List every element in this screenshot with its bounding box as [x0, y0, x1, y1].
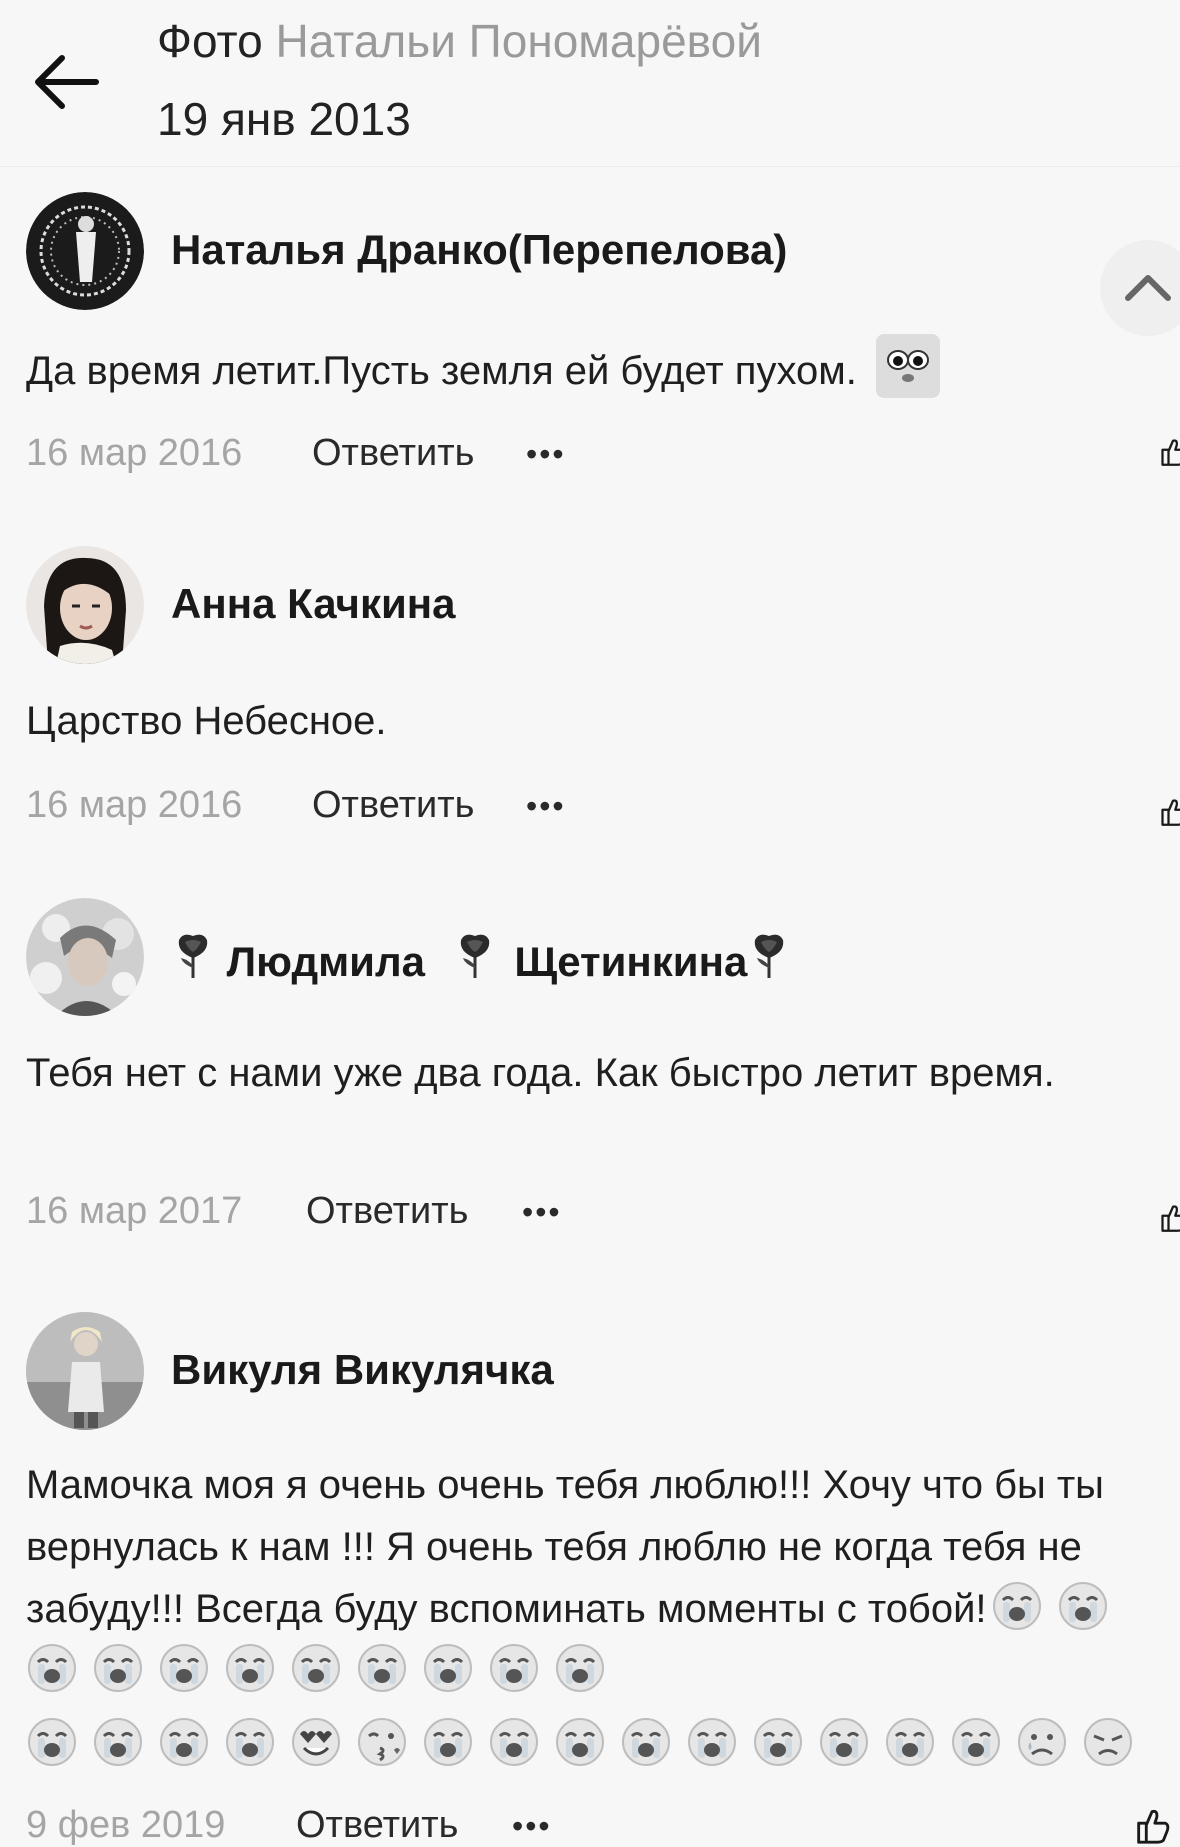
disappointed-face-icon [1083, 1717, 1133, 1767]
back-button[interactable] [30, 52, 102, 112]
crying-face-icon [27, 1643, 77, 1693]
thumbs-up-icon[interactable] [1128, 1806, 1176, 1846]
kissing-face-icon [357, 1717, 407, 1767]
crying-face-icon [423, 1643, 473, 1693]
comment-date: 9 фев 2019 [26, 1804, 226, 1846]
comment-text: Мамочка моя я очень очень тебя люблю!!! … [26, 1454, 1156, 1702]
comment-meta: 9 фев 2019 Ответить ••• [26, 1804, 550, 1847]
crying-face-icon [687, 1717, 737, 1767]
comment-date: 16 мар 2016 [26, 432, 243, 474]
reply-button[interactable]: Ответить [306, 1190, 468, 1233]
crying-face-icon [225, 1717, 275, 1767]
comment-text: Тебя нет с нами уже два года. Как быстро… [26, 1051, 1055, 1095]
thumbs-up-icon[interactable] [1158, 432, 1180, 472]
crying-face-icon [225, 1643, 275, 1693]
crying-face-icon [555, 1717, 605, 1767]
more-dots-icon[interactable]: ••• [522, 1194, 562, 1231]
reply-button[interactable]: Ответить [312, 432, 474, 475]
crying-face-icon [27, 1717, 77, 1767]
reply-button[interactable]: Ответить [312, 784, 474, 827]
comment-date: 16 мар 2016 [26, 784, 243, 826]
top-bar: Фото Натальи Пономарёвой 19 янв 2013 [0, 0, 1180, 167]
emoji-row [26, 1716, 1148, 1768]
comment-meta: 16 мар 2016 Ответить ••• [26, 784, 564, 827]
comment-date: 16 мар 2017 [26, 1190, 243, 1232]
photo-owner-link[interactable]: Натальи Пономарёвой [275, 15, 761, 67]
crying-face-icon [885, 1717, 935, 1767]
heart-eyes-icon [291, 1717, 341, 1767]
black-rose-icon [458, 933, 491, 980]
more-dots-icon[interactable]: ••• [512, 1808, 552, 1845]
thumbs-up-icon[interactable] [1158, 1198, 1180, 1238]
chevron-up-icon [1125, 275, 1171, 301]
crying-face-icon [423, 1717, 473, 1767]
crying-face-icon [555, 1643, 605, 1693]
sad-tear-face-icon [1017, 1717, 1067, 1767]
crying-face-icon [489, 1717, 539, 1767]
more-dots-icon[interactable]: ••• [526, 436, 566, 473]
arrow-left-icon [35, 55, 99, 109]
comment-author[interactable]: Людмила Щетинкина [171, 932, 791, 986]
black-rose-icon [753, 933, 786, 980]
crying-face-icon [992, 1581, 1042, 1631]
more-dots-icon[interactable]: ••• [526, 788, 566, 825]
crying-face-icon [951, 1717, 1001, 1767]
crying-face-icon [93, 1717, 143, 1767]
avatar[interactable] [26, 192, 144, 310]
comment-author[interactable]: Анна Качкина [171, 580, 456, 628]
crying-face-icon [1058, 1581, 1108, 1631]
crying-face-icon [291, 1643, 341, 1693]
crying-face-icon [753, 1717, 803, 1767]
avatar[interactable] [26, 1312, 144, 1430]
page-title: Фото Натальи Пономарёвой [157, 14, 762, 68]
crying-face-icon [819, 1717, 869, 1767]
title-prefix: Фото [157, 15, 263, 67]
comment-author[interactable]: Викуля Викулячка [171, 1346, 554, 1394]
comment-text: Царство Небесное. [26, 699, 387, 743]
avatar[interactable] [26, 898, 144, 1016]
reply-button[interactable]: Ответить [296, 1804, 458, 1847]
avatar[interactable] [26, 546, 144, 664]
crying-face-icon [159, 1643, 209, 1693]
sticker-icon [876, 334, 941, 398]
comment-author[interactable]: Наталья Дранко(Перепелова) [171, 226, 787, 274]
crying-face-icon [489, 1643, 539, 1693]
comment-text: Да время летит.Пусть земля ей будет пухо… [26, 334, 1156, 402]
thumbs-up-icon[interactable] [1158, 792, 1180, 832]
crying-face-icon [621, 1717, 671, 1767]
scroll-up-button[interactable] [1100, 240, 1180, 336]
comment-meta: 16 мар 2017 Ответить ••• [26, 1190, 560, 1233]
comment-meta: 16 мар 2016 Ответить ••• [26, 432, 564, 475]
photo-date: 19 янв 2013 [157, 93, 411, 145]
crying-face-icon [93, 1643, 143, 1693]
crying-face-icon [357, 1643, 407, 1693]
black-rose-icon [177, 933, 209, 980]
crying-face-icon [159, 1717, 209, 1767]
